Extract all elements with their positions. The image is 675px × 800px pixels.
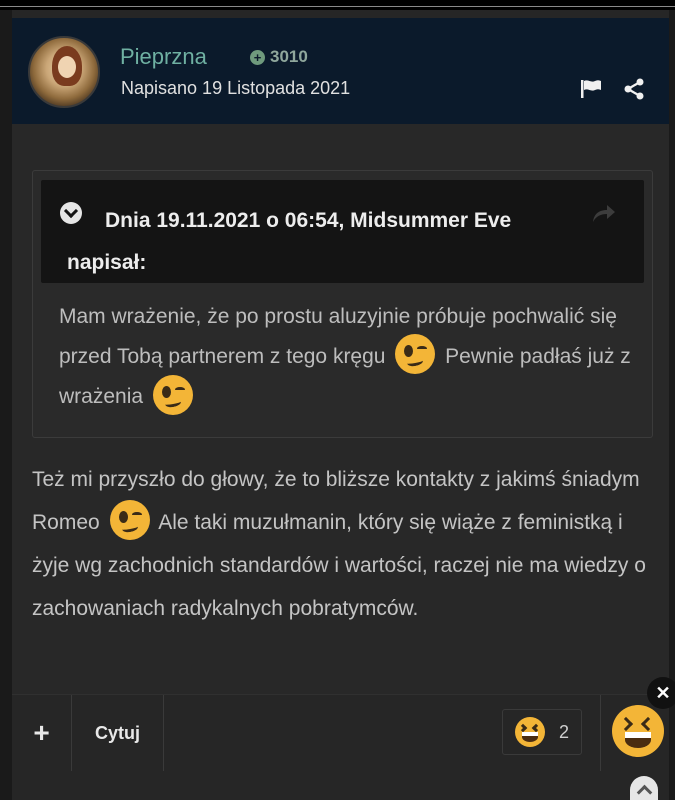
share-icon[interactable] — [624, 78, 644, 100]
wink-emoji-icon — [395, 334, 436, 375]
reaction-summary[interactable]: 2 — [502, 709, 582, 755]
add-to-quote-button[interactable]: + — [12, 695, 72, 771]
quote-button[interactable]: Cytuj — [72, 695, 164, 771]
avatar-face — [58, 56, 76, 78]
quote-citation-line2: napisał: — [67, 251, 147, 274]
post-date: Napisano 19 Listopada 2021 — [121, 78, 351, 98]
top-edge — [0, 0, 675, 10]
wink-emoji-icon — [152, 374, 193, 415]
jump-to-quote-icon[interactable] — [591, 202, 617, 224]
laughing-emoji-icon[interactable] — [612, 705, 664, 757]
author-username[interactable]: Pieprzna — [120, 44, 207, 70]
laughing-emoji-icon — [514, 717, 545, 747]
post-header: Pieprzna + 3010 Napisano 19 Listopada 20… — [12, 18, 669, 124]
reputation-badge[interactable]: + 3010 — [250, 47, 308, 67]
left-frame — [0, 10, 12, 800]
quote-header: Dnia 19.11.2021 o 06:54, Midsummer Eve n… — [41, 180, 644, 283]
reputation-plus-icon: + — [250, 49, 265, 65]
post-content: Dnia 19.11.2021 o 06:54, Midsummer Eve n… — [12, 124, 669, 694]
post-text: Też mi przyszło do głowy, że to bliższe … — [32, 458, 657, 630]
quote-citation: Dnia 19.11.2021 o 06:54, Midsummer Eve n… — [67, 200, 627, 284]
quote-citation-line1: Dnia 19.11.2021 o 06:54, Midsummer Eve — [105, 209, 512, 232]
reaction-count: 2 — [558, 721, 569, 742]
wink-emoji-icon — [109, 500, 150, 541]
close-icon[interactable]: ✕ — [647, 677, 675, 709]
quote-block: Dnia 19.11.2021 o 06:54, Midsummer Eve n… — [32, 170, 653, 438]
avatar[interactable] — [28, 36, 100, 108]
post-footer: + Cytuj 2 — [12, 694, 669, 800]
reputation-count: 3010 — [270, 47, 308, 66]
flag-icon[interactable] — [580, 79, 602, 99]
chevron-up-icon[interactable] — [630, 776, 658, 800]
quote-text: Mam wrażenie, że po prostu aluzyjnie pró… — [59, 297, 639, 418]
footer-divider — [600, 695, 601, 771]
